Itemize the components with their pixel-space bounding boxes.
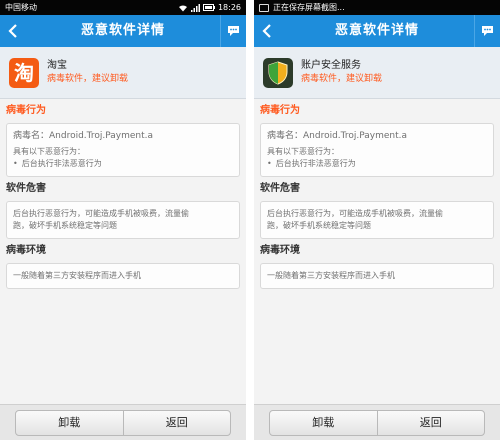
behavior-item: 后台执行非法恶意行为 <box>13 158 233 170</box>
behavior-box: 病毒名：Android.Troj.Payment.a 具有以下恶意行为： 后台执… <box>6 123 240 177</box>
action-button-group: 卸载 返回 <box>15 409 231 436</box>
title-bar: 恶意软件详情 <box>0 15 246 47</box>
screenshot-icon <box>259 3 269 12</box>
harm-line-2: 跑，破坏手机系统稳定等问题 <box>267 221 371 230</box>
taobao-icon: 淘 <box>9 57 39 88</box>
feedback-button[interactable] <box>474 15 500 47</box>
return-button[interactable]: 返回 <box>376 410 485 435</box>
app-warning: 病毒软件，建议卸载 <box>47 74 129 84</box>
section-title-behavior: 病毒行为 <box>260 105 300 116</box>
status-bar: 正在保存屏幕截图... <box>254 0 500 15</box>
behavior-intro: 具有以下恶意行为： <box>13 147 85 156</box>
harm-box: 后台执行恶意行为，可能造成手机被吸费，流量偷 跑，破坏手机系统稳定等问题 <box>260 201 494 239</box>
section-title-harm: 软件危害 <box>6 183 46 194</box>
left-screen: 中国移动 18:26 恶意软件详情 淘 淘宝 病毒软件，建议卸载 病毒行为 病毒… <box>0 0 246 440</box>
uninstall-button[interactable]: 卸载 <box>16 411 123 435</box>
section-title-behavior: 病毒行为 <box>6 105 46 116</box>
status-bar: 中国移动 18:26 <box>0 0 246 15</box>
bottom-action-bar: 卸载 返回 <box>0 404 246 440</box>
section-title-environment: 病毒环境 <box>6 245 46 256</box>
details-content: 病毒行为 病毒名：Android.Troj.Payment.a 具有以下恶意行为… <box>254 99 500 289</box>
harm-line-1: 后台执行恶意行为，可能造成手机被吸费，流量偷 <box>13 209 189 218</box>
status-notification: 正在保存屏幕截图... <box>273 3 345 12</box>
harm-box: 后台执行恶意行为，可能造成手机被吸费，流量偷 跑，破坏手机系统稳定等问题 <box>6 201 240 239</box>
bottom-action-bar: 卸载 返回 <box>254 404 500 440</box>
app-name: 淘宝 <box>47 60 67 71</box>
environment-box: 一般随着第三方安装程序而进入手机 <box>6 263 240 289</box>
chat-icon <box>482 26 493 36</box>
action-button-group: 卸载 返回 <box>269 409 485 436</box>
app-name: 账户安全服务 <box>301 60 361 71</box>
harm-line-2: 跑，破坏手机系统稳定等问题 <box>13 221 117 230</box>
environment-text: 一般随着第三方安装程序而进入手机 <box>13 271 141 280</box>
uninstall-button[interactable]: 卸载 <box>270 411 377 435</box>
details-content: 病毒行为 病毒名：Android.Troj.Payment.a 具有以下恶意行为… <box>0 99 246 289</box>
carrier-label: 中国移动 <box>5 3 37 12</box>
virus-name: 病毒名：Android.Troj.Payment.a <box>13 131 153 141</box>
section-title-harm: 软件危害 <box>260 183 300 194</box>
right-screen: 正在保存屏幕截图... 恶意软件详情 账户安全服务 病毒软件，建议卸载 病毒行为… <box>254 0 500 440</box>
app-warning: 病毒软件，建议卸载 <box>301 74 383 84</box>
chat-icon <box>228 26 239 36</box>
wifi-icon <box>178 4 188 12</box>
page-title: 恶意软件详情 <box>80 23 165 38</box>
app-info-card: 账户安全服务 病毒软件，建议卸载 <box>254 47 500 99</box>
clock: 18:26 <box>217 3 241 12</box>
environment-box: 一般随着第三方安装程序而进入手机 <box>260 263 494 289</box>
title-bar: 恶意软件详情 <box>254 15 500 47</box>
behavior-box: 病毒名：Android.Troj.Payment.a 具有以下恶意行为： 后台执… <box>260 123 494 177</box>
section-title-environment: 病毒环境 <box>260 245 300 256</box>
page-title: 恶意软件详情 <box>334 23 419 38</box>
harm-line-1: 后台执行恶意行为，可能造成手机被吸费，流量偷 <box>267 209 443 218</box>
return-button[interactable]: 返回 <box>122 410 231 435</box>
signal-icon <box>190 3 200 12</box>
behavior-intro: 具有以下恶意行为： <box>267 147 339 156</box>
shield-icon <box>263 57 293 88</box>
virus-name: 病毒名：Android.Troj.Payment.a <box>267 131 407 141</box>
environment-text: 一般随着第三方安装程序而进入手机 <box>267 271 395 280</box>
screen-divider <box>246 0 254 440</box>
behavior-item: 后台执行非法恶意行为 <box>267 158 487 170</box>
feedback-button[interactable] <box>220 15 246 47</box>
battery-icon <box>202 4 215 11</box>
app-info-card: 淘 淘宝 病毒软件，建议卸载 <box>0 47 246 99</box>
